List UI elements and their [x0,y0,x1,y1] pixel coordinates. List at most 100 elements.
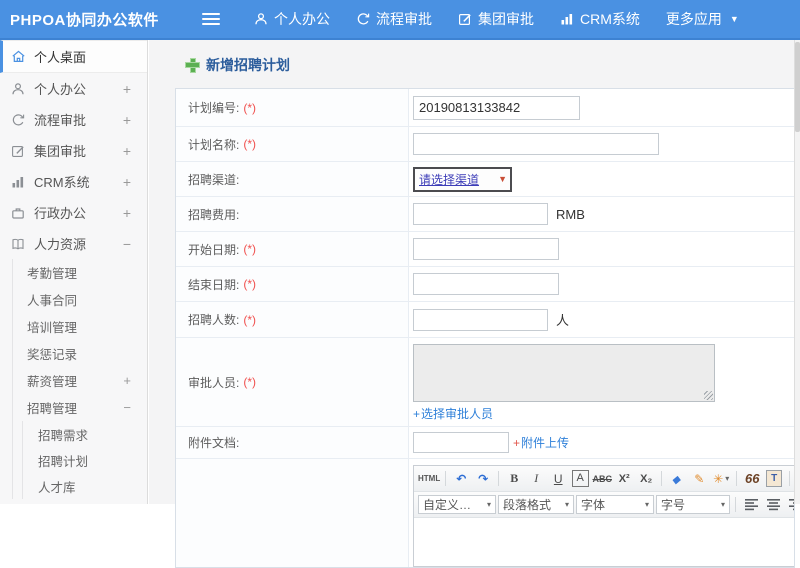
redo-icon[interactable]: ↷ [473,469,493,489]
sidebar-item-salary-management[interactable]: 薪资管理 + [13,367,147,394]
person-icon [10,81,26,97]
paragraph-format-select[interactable]: 段落格式 ▾ [498,495,574,514]
required-marker: (*) [243,100,257,115]
edit-square-icon [458,12,472,26]
topnav-personal-office[interactable]: 个人办公 [254,9,330,29]
required-marker: (*) [243,312,257,327]
form-row-channel: 招聘渠道: 请选择渠道 ▼ [176,161,794,196]
chevron-down-icon: ▼ [729,14,739,24]
strikethrough-button[interactable]: ABC [592,469,612,489]
topnav-workflow-approval[interactable]: 流程审批 [356,9,432,29]
form-row-detail-editor: HTML ↶ ↷ B I U A ABC X² X₂ ◆ ✎ ✳ ▾ 66 T … [176,458,794,567]
sidebar-item-personnel-contract[interactable]: 人事合同 [13,286,147,313]
align-center-icon[interactable] [763,495,783,515]
sidebar-item-human-resources[interactable]: 人力资源 − [0,228,147,259]
attachment-input[interactable] [413,432,509,453]
align-left-icon[interactable] [741,495,761,515]
form-row-start-date: 开始日期: (*) [176,231,794,266]
eraser-icon[interactable]: ◆ [665,469,689,489]
sidebar-item-crm-system[interactable]: CRM系统 + [0,166,147,197]
sidebar-item-recruitment-plan[interactable]: 招聘计划 [23,447,147,473]
add-plus-icon [186,58,199,72]
undo-icon[interactable]: ↶ [451,469,471,489]
scrollbar-thumb[interactable] [795,42,800,132]
expand-plus-icon[interactable]: + [123,205,131,221]
auto-typeset-icon[interactable]: ✳ ▾ [711,469,731,489]
expand-plus-icon[interactable]: + [123,112,131,128]
headcount-input[interactable] [413,308,548,331]
form-row-plan-name: 计划名称: (*) [176,126,794,161]
expand-plus-icon[interactable]: + [123,373,131,388]
format-painter-icon[interactable]: ✎ [689,469,709,489]
approvers-textarea[interactable] [413,344,715,402]
sidebar-item-reward-punishment[interactable]: 奖惩记录 [13,340,147,367]
briefcase-icon [10,205,26,221]
home-icon [10,49,26,65]
paste-text-icon[interactable]: T [766,470,783,487]
collapse-minus-icon[interactable]: − [123,400,131,415]
field-label: 附件文档: [188,436,240,450]
field-label: 开始日期: [188,242,240,257]
collapse-minus-icon[interactable]: − [123,236,131,252]
subscript-button[interactable]: X₂ [636,469,656,489]
field-label: 招聘渠道: [188,172,240,187]
font-size-select[interactable]: 字号 ▾ [656,495,730,514]
bar-chart-icon [560,12,574,26]
sidebar-item-group-approval[interactable]: 集团审批 + [0,135,147,166]
sidebar-item-recruitment-management[interactable]: 招聘管理 − [13,394,147,421]
blockquote-button[interactable]: 66 [742,469,762,489]
remove-format-button[interactable]: A [571,470,589,487]
chevron-down-icon: ▾ [720,500,725,509]
field-label: 结束日期: [188,277,240,292]
sidebar-item-recruitment-demand[interactable]: 招聘需求 [23,421,147,447]
superscript-button[interactable]: X² [614,469,634,489]
flow-icon [10,112,26,128]
sidebar-item-talent-pool[interactable]: 人才库 [23,473,147,499]
vertical-scrollbar[interactable] [794,40,800,504]
font-family-select[interactable]: 字体 ▾ [576,495,654,514]
topnav-group-approval[interactable]: 集团审批 [458,9,534,29]
field-label: 计划编号: [188,101,240,115]
sidebar-item-attendance-management[interactable]: 考勤管理 [13,259,147,286]
channel-select[interactable]: 请选择渠道 ▼ [413,166,512,192]
form-row-end-date: 结束日期: (*) [176,266,794,301]
hamburger-menu-icon[interactable] [202,13,220,25]
align-right-icon[interactable] [785,495,794,515]
select-approvers-link[interactable]: +选择审批人员 [413,405,493,422]
plan-code-input[interactable] [413,95,580,120]
expand-plus-icon[interactable]: + [123,81,131,97]
required-marker: (*) [243,137,257,151]
page-title: 新增招聘计划 [149,40,800,75]
recruitment-plan-form: 计划编号: (*) 计划名称: (*) 招聘渠道: 请选择渠道 [175,88,795,568]
headcount-unit-label: 人 [556,313,570,328]
sidebar-item-personal-office[interactable]: 个人办公 + [0,73,147,104]
sidebar-item-workflow-approval[interactable]: 流程审批 + [0,104,147,135]
editor-toolbar-row2: 自定义标题 ▾ 段落格式 ▾ 字体 ▾ 字号 ▾ [414,492,794,518]
underline-button[interactable]: U [548,469,568,489]
editor-content-area[interactable] [414,518,794,566]
custom-style-select[interactable]: 自定义标题 ▾ [418,495,496,514]
required-marker: (*) [243,242,257,256]
fee-input[interactable] [413,203,548,225]
bold-button[interactable]: B [504,469,524,489]
expand-plus-icon[interactable]: + [123,143,131,159]
italic-button[interactable]: I [526,469,546,489]
form-row-headcount: 招聘人数: (*) 人 [176,301,794,337]
attachment-upload-link[interactable]: +附件上传 [513,434,569,451]
end-date-input[interactable] [413,273,559,295]
hr-submenu: 考勤管理 人事合同 培训管理 奖惩记录 薪资管理 + 招聘管理 − 招聘需求 招… [12,259,147,499]
html-source-button[interactable]: HTML [418,469,440,489]
sidebar-item-admin-office[interactable]: 行政办公 + [0,197,147,228]
sidebar: 个人桌面 个人办公 + 流程审批 + 集团审批 + CRM系统 + 行政办公 +… [0,40,148,504]
sidebar-item-training-management[interactable]: 培训管理 [13,313,147,340]
start-date-input[interactable] [413,238,559,260]
sidebar-item-personal-desktop[interactable]: 个人桌面 [0,40,147,73]
expand-plus-icon[interactable]: + [123,174,131,190]
recruitment-submenu: 招聘需求 招聘计划 人才库 [22,421,147,499]
topnav-crm-system[interactable]: CRM系统 [560,9,640,29]
topnav-more-apps[interactable]: 更多应用 ▼ [666,9,739,29]
chevron-down-icon: ▾ [644,500,649,509]
plan-name-input[interactable] [413,133,659,155]
chevron-down-icon: ▾ [486,500,491,509]
chevron-down-icon: ▾ [725,474,730,483]
